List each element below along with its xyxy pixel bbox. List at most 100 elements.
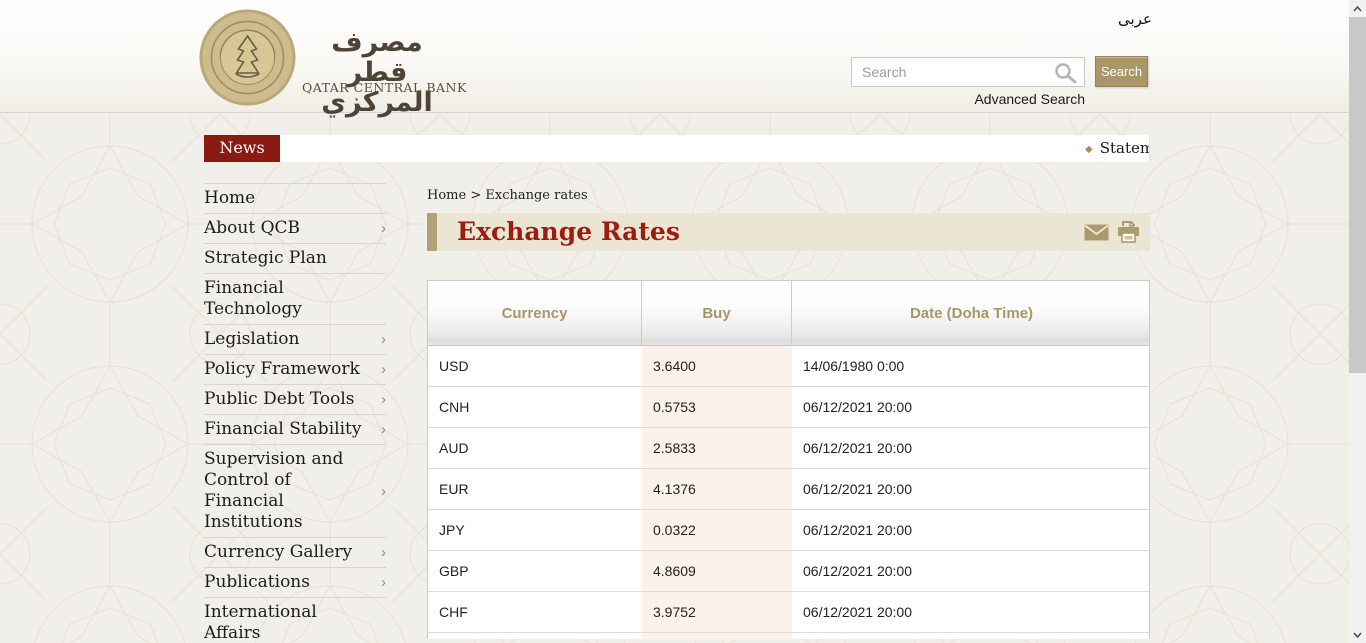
- sidebar-menu-item[interactable]: Strategic Plan ›: [204, 244, 386, 274]
- chevron-right-icon: ›: [381, 220, 386, 237]
- breadcrumb-home-link[interactable]: Home: [427, 188, 466, 203]
- page-title-bar: Exchange Rates: [427, 213, 1150, 251]
- sidebar-menu-item[interactable]: Legislation ›: [204, 325, 386, 355]
- news-label: News: [204, 135, 280, 162]
- sidebar-menu-item[interactable]: Currency Gallery ›: [204, 538, 386, 568]
- currency-cell: JPY: [439, 522, 465, 538]
- sidebar-menu-item[interactable]: About QCB ›: [204, 214, 386, 244]
- qcb-logo[interactable]: مصرف قطر المركزي QATAR CENTRAL BANK: [198, 6, 467, 118]
- table-row: AUD 2.5833 06/12/2021 20:00: [428, 428, 1149, 469]
- date-cell: 06/12/2021 20:00: [803, 604, 912, 620]
- news-ticker-item[interactable]: ◆ Statement: [1085, 135, 1149, 162]
- date-cell: 06/12/2021 20:00: [803, 399, 912, 415]
- table-row: GBP 4.8609 06/12/2021 20:00: [428, 551, 1149, 592]
- sidebar-menu-item[interactable]: Financial Technology ›: [204, 274, 386, 325]
- sidebar-item-label: Legislation: [204, 329, 300, 349]
- print-icon[interactable]: [1117, 221, 1140, 243]
- chevron-right-icon: ›: [381, 331, 386, 348]
- date-cell: 14/06/1980 0:00: [803, 358, 905, 374]
- table-header-row: Currency Buy Date (Doha Time): [428, 281, 1149, 346]
- vertical-scrollbar[interactable]: [1349, 0, 1366, 643]
- table-row: USD 3.6400 14/06/1980 0:00: [428, 346, 1149, 387]
- chevron-right-icon: ›: [381, 574, 386, 591]
- page-title: Exchange Rates: [457, 217, 680, 246]
- chevron-right-icon: ›: [381, 391, 386, 408]
- advanced-search-link[interactable]: Advanced Search: [851, 91, 1085, 107]
- search-magnifier-icon[interactable]: [1054, 62, 1078, 84]
- scrollbar-down-button[interactable]: [1349, 626, 1366, 643]
- buy-rate-cell: [642, 633, 792, 639]
- news-ticker-text: Statement: [1099, 139, 1149, 157]
- search-box: [851, 57, 1085, 87]
- exchange-rates-table: Currency Buy Date (Doha Time) USD 3.6400…: [427, 280, 1150, 639]
- sidebar-menu-item[interactable]: Publications ›: [204, 568, 386, 598]
- buy-rate-cell: 2.5833: [642, 428, 792, 468]
- buy-rate-cell: 4.8609: [642, 551, 792, 591]
- qcb-coin-seal-icon: [199, 9, 296, 106]
- title-action-icons: [1084, 221, 1140, 243]
- currency-cell: EUR: [439, 481, 469, 497]
- sidebar-menu-item[interactable]: Policy Framework ›: [204, 355, 386, 385]
- search-button[interactable]: Search: [1095, 56, 1148, 87]
- currency-cell: CNH: [439, 399, 470, 415]
- search-input[interactable]: [852, 58, 1052, 86]
- date-cell: 06/12/2021 20:00: [803, 563, 912, 579]
- sidebar-item-label: Currency Gallery: [204, 542, 353, 562]
- news-bar: News ◆ Statement: [204, 135, 1150, 162]
- chevron-down-icon: [1353, 631, 1362, 638]
- sidebar-navigation: Home › About QCB › Strategic Plan › Fina…: [204, 183, 386, 643]
- qcb-exchange-rates-page: مصرف قطر المركزي QATAR CENTRAL BANK عربى…: [0, 0, 1366, 643]
- sidebar-menu-item[interactable]: Home ›: [204, 184, 386, 214]
- chevron-right-icon: ›: [381, 361, 386, 378]
- date-cell: 06/12/2021 20:00: [803, 481, 912, 497]
- currency-cell: [428, 633, 642, 639]
- breadcrumb: Home > Exchange rates: [427, 188, 588, 203]
- sidebar-item-label: Policy Framework: [204, 359, 360, 379]
- sidebar-item-label: Strategic Plan: [204, 248, 327, 268]
- news-ticker-strip: ◆ Statement: [280, 135, 1150, 162]
- breadcrumb-current: Exchange rates: [485, 188, 588, 203]
- email-icon[interactable]: [1084, 224, 1109, 241]
- date-cell: 06/12/2021 20:00: [803, 440, 912, 456]
- table-row: CNH 0.5753 06/12/2021 20:00: [428, 387, 1149, 428]
- buy-rate-cell: 4.1376: [642, 469, 792, 509]
- logo-bank-name: QATAR CENTRAL BANK: [302, 80, 467, 95]
- logo-arabic-calligraphy: مصرف قطر المركزي: [321, 27, 433, 118]
- table-row-partial: [428, 633, 1149, 639]
- diamond-bullet-icon: ◆: [1085, 144, 1093, 155]
- sidebar-menu-item[interactable]: International Affairs ›: [204, 598, 386, 643]
- title-accent-bar: [427, 213, 437, 251]
- table-row: EUR 4.1376 06/12/2021 20:00: [428, 469, 1149, 510]
- chevron-right-icon: ›: [381, 544, 386, 561]
- table-row: CHF 3.9752 06/12/2021 20:00: [428, 592, 1149, 633]
- site-header: مصرف قطر المركزي QATAR CENTRAL BANK عربى…: [0, 0, 1349, 118]
- currency-cell: GBP: [439, 563, 469, 579]
- sidebar-menu-item[interactable]: Public Debt Tools ›: [204, 385, 386, 415]
- column-header-date: Date (Doha Time): [909, 304, 1034, 322]
- buy-rate-cell: 0.0322: [642, 510, 792, 550]
- scrollbar-thumb[interactable]: [1349, 17, 1366, 373]
- buy-rate-cell: 0.5753: [642, 387, 792, 427]
- date-cell: [792, 633, 1151, 639]
- sidebar-menu-item[interactable]: Financial Stability ›: [204, 415, 386, 445]
- column-header-currency: Currency: [428, 281, 642, 345]
- chevron-right-icon: ›: [381, 421, 386, 438]
- arabic-language-link[interactable]: عربى: [1118, 10, 1152, 28]
- sidebar-menu-item[interactable]: Supervision and Control of Financial Ins…: [204, 445, 386, 538]
- date-cell: 06/12/2021 20:00: [803, 522, 912, 538]
- buy-rate-cell: 3.9752: [642, 592, 792, 632]
- currency-cell: USD: [439, 358, 469, 374]
- sidebar-item-label: Home: [204, 188, 256, 208]
- sidebar-item-label: Supervision and Control of Financial Ins…: [204, 449, 344, 532]
- sidebar-item-label: Public Debt Tools: [204, 389, 355, 409]
- currency-cell: AUD: [439, 440, 469, 456]
- chevron-up-icon: [1353, 5, 1362, 12]
- currency-cell: CHF: [439, 604, 468, 620]
- breadcrumb-separator: >: [470, 188, 482, 203]
- sidebar-item-label: Financial Stability: [204, 419, 362, 439]
- column-header-buy: Buy: [642, 281, 792, 345]
- sidebar-item-label: Publications: [204, 572, 310, 592]
- table-row: JPY 0.0322 06/12/2021 20:00: [428, 510, 1149, 551]
- scrollbar-up-button[interactable]: [1349, 0, 1366, 17]
- sidebar-item-label: International Affairs: [204, 602, 317, 643]
